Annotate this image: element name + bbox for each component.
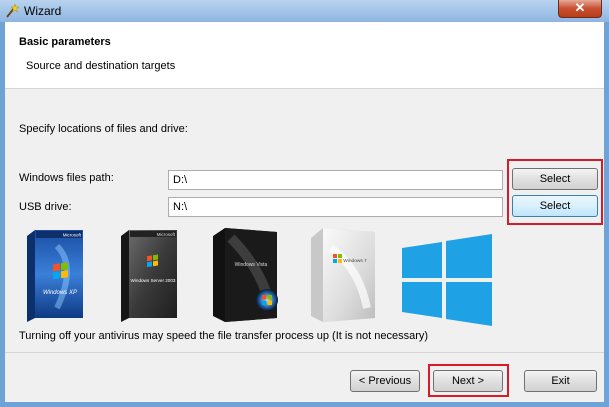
usb-drive-select-button[interactable]: Select xyxy=(512,195,598,217)
next-button[interactable]: Next > xyxy=(433,370,503,392)
wizard-window: Wizard ✕ Basic parameters Source and des… xyxy=(0,0,609,407)
page-title: Basic parameters xyxy=(19,36,111,48)
xp-brand-text: Microsoft xyxy=(63,233,82,238)
windows-server-box-icon: Microsoft Windows Server 2003 xyxy=(121,230,177,322)
footer-divider xyxy=(5,352,604,353)
wizard-wand-icon xyxy=(6,3,20,18)
close-button[interactable]: ✕ xyxy=(558,0,602,18)
vista-product-text: Windows Vista xyxy=(235,262,268,268)
windows-path-input[interactable] xyxy=(168,170,503,190)
page-subtitle: Source and destination targets xyxy=(26,60,176,72)
seven-product-text: Windows 7 xyxy=(343,258,367,264)
windows-vista-box-icon: Windows Vista xyxy=(213,228,278,322)
instruction-text: Specify locations of files and drive: xyxy=(19,123,188,135)
windows-7-box-icon: Windows 7 xyxy=(311,228,375,322)
close-icon: ✕ xyxy=(574,0,586,15)
title-bar[interactable]: Wizard ✕ xyxy=(0,0,609,22)
windows-8-logo-icon xyxy=(402,234,492,326)
exit-button[interactable]: Exit xyxy=(524,370,597,392)
server-product-text: Windows Server 2003 xyxy=(131,278,176,283)
usb-drive-input[interactable] xyxy=(168,197,503,217)
xp-product-text: Windows XP xyxy=(43,290,77,296)
window-title: Wizard xyxy=(24,4,62,18)
windows-path-select-button[interactable]: Select xyxy=(512,168,598,190)
antivirus-notice: Turning off your antivirus may speed the… xyxy=(19,330,429,342)
previous-button[interactable]: < Previous xyxy=(350,370,420,392)
windows-path-label: Windows files path: xyxy=(19,172,114,184)
wizard-header: Basic parameters Source and destination … xyxy=(5,22,604,89)
windows-versions-logos: Microsoft Windows XP Microsoft Windows S… xyxy=(5,228,604,326)
usb-drive-label: USB drive: xyxy=(19,201,72,213)
windows-xp-box-icon: Microsoft Windows XP xyxy=(27,230,83,322)
wizard-body: Basic parameters Source and destination … xyxy=(5,22,604,402)
server-brand-text: Microsoft xyxy=(157,232,176,237)
